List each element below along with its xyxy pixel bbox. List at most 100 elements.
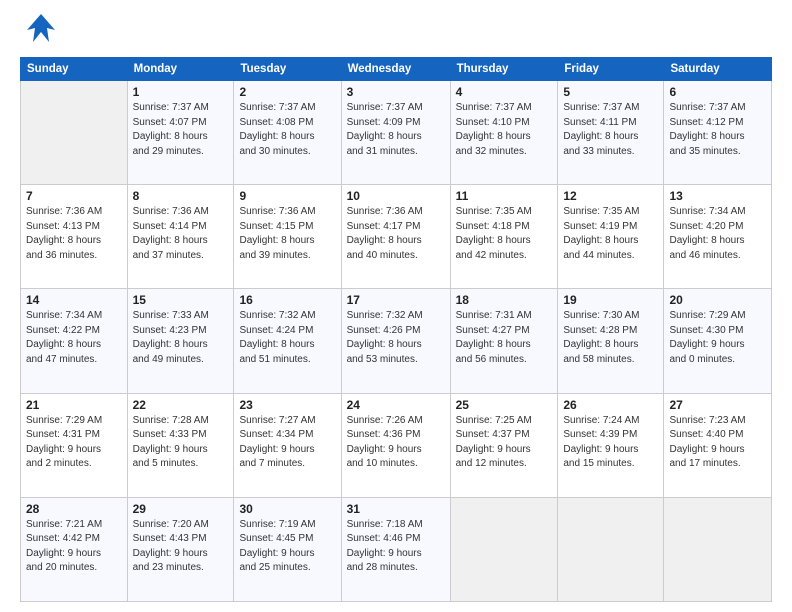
week-row-5: 28Sunrise: 7:21 AM Sunset: 4:42 PM Dayli… [21,497,772,601]
day-info-27: Sunrise: 7:23 AM Sunset: 4:40 PM Dayligh… [669,414,766,472]
day-number-5: 5 [563,85,658,99]
weekday-header-row: SundayMondayTuesdayWednesdayThursdayFrid… [21,58,772,81]
day-cell-16: 16 Sunrise: 7:32 AM Sunset: 4:24 PM Dayli… [234,289,341,393]
day-cell-23: 23 Sunrise: 7:27 AM Sunset: 4:34 PM Dayli… [234,393,341,497]
day-number-20: 20 [669,293,766,307]
logo-bird-icon [27,12,55,44]
weekday-header-wednesday: Wednesday [341,58,450,81]
day-info-16: Sunrise: 7:32 AM Sunset: 4:24 PM Dayligh… [239,309,335,367]
logo [20,16,55,49]
day-info-8: Sunrise: 7:36 AM Sunset: 4:14 PM Dayligh… [133,205,229,263]
day-number-9: 9 [239,189,335,203]
day-number-4: 4 [456,85,553,99]
day-info-6: Sunrise: 7:37 AM Sunset: 4:12 PM Dayligh… [669,101,766,159]
empty-cell [450,497,558,601]
day-cell-21: 21 Sunrise: 7:29 AM Sunset: 4:31 PM Dayli… [21,393,128,497]
week-row-2: 7Sunrise: 7:36 AM Sunset: 4:13 PM Daylig… [21,185,772,289]
weekday-header-thursday: Thursday [450,58,558,81]
day-info-13: Sunrise: 7:34 AM Sunset: 4:20 PM Dayligh… [669,205,766,263]
day-number-3: 3 [347,85,445,99]
day-info-4: Sunrise: 7:37 AM Sunset: 4:10 PM Dayligh… [456,101,553,159]
day-info-17: Sunrise: 7:32 AM Sunset: 4:26 PM Dayligh… [347,309,445,367]
day-info-12: Sunrise: 7:35 AM Sunset: 4:19 PM Dayligh… [563,205,658,263]
day-info-15: Sunrise: 7:33 AM Sunset: 4:23 PM Dayligh… [133,309,229,367]
day-info-21: Sunrise: 7:29 AM Sunset: 4:31 PM Dayligh… [26,414,122,472]
day-cell-17: 17 Sunrise: 7:32 AM Sunset: 4:26 PM Dayli… [341,289,450,393]
day-cell-30: 30Sunrise: 7:19 AM Sunset: 4:45 PM Dayli… [234,497,341,601]
day-number-1: 1 [133,85,229,99]
day-cell-2: 2Sunrise: 7:37 AM Sunset: 4:08 PM Daylig… [234,81,341,185]
day-number-26: 26 [563,398,658,412]
day-cell-1: 1 Sunrise: 7:37 AM Sunset: 4:07 PM Daylig… [127,81,234,185]
weekday-header-saturday: Saturday [664,58,772,81]
day-cell-11: 11 Sunrise: 7:35 AM Sunset: 4:18 PM Dayli… [450,185,558,289]
day-number-6: 6 [669,85,766,99]
day-cell-4: 4 Sunrise: 7:37 AM Sunset: 4:10 PM Daylig… [450,81,558,185]
day-cell-19: 19Sunrise: 7:30 AM Sunset: 4:28 PM Dayli… [558,289,664,393]
day-cell-15: 15Sunrise: 7:33 AM Sunset: 4:23 PM Dayli… [127,289,234,393]
day-number-18: 18 [456,293,553,307]
page: SundayMondayTuesdayWednesdayThursdayFrid… [0,0,792,612]
day-cell-14: 14Sunrise: 7:34 AM Sunset: 4:22 PM Dayli… [21,289,128,393]
day-info-1: Sunrise: 7:37 AM Sunset: 4:07 PM Dayligh… [133,101,229,159]
day-number-12: 12 [563,189,658,203]
day-info-28: Sunrise: 7:21 AM Sunset: 4:42 PM Dayligh… [26,518,122,576]
weekday-header-tuesday: Tuesday [234,58,341,81]
day-info-11: Sunrise: 7:35 AM Sunset: 4:18 PM Dayligh… [456,205,553,263]
day-info-2: Sunrise: 7:37 AM Sunset: 4:08 PM Dayligh… [239,101,335,159]
day-number-22: 22 [133,398,229,412]
day-number-16: 16 [239,293,335,307]
day-cell-5: 5 Sunrise: 7:37 AM Sunset: 4:11 PM Daylig… [558,81,664,185]
day-cell-6: 6 Sunrise: 7:37 AM Sunset: 4:12 PM Daylig… [664,81,772,185]
day-cell-26: 26 Sunrise: 7:24 AM Sunset: 4:39 PM Dayli… [558,393,664,497]
day-cell-29: 29Sunrise: 7:20 AM Sunset: 4:43 PM Dayli… [127,497,234,601]
day-number-14: 14 [26,293,122,307]
day-info-7: Sunrise: 7:36 AM Sunset: 4:13 PM Dayligh… [26,205,122,263]
day-info-19: Sunrise: 7:30 AM Sunset: 4:28 PM Dayligh… [563,309,658,367]
empty-cell [21,81,128,185]
day-cell-18: 18Sunrise: 7:31 AM Sunset: 4:27 PM Dayli… [450,289,558,393]
empty-cell [558,497,664,601]
day-number-27: 27 [669,398,766,412]
weekday-header-sunday: Sunday [21,58,128,81]
day-cell-24: 24 Sunrise: 7:26 AM Sunset: 4:36 PM Dayli… [341,393,450,497]
day-info-24: Sunrise: 7:26 AM Sunset: 4:36 PM Dayligh… [347,414,445,472]
day-info-25: Sunrise: 7:25 AM Sunset: 4:37 PM Dayligh… [456,414,553,472]
day-info-20: Sunrise: 7:29 AM Sunset: 4:30 PM Dayligh… [669,309,766,367]
day-cell-7: 7Sunrise: 7:36 AM Sunset: 4:13 PM Daylig… [21,185,128,289]
day-info-5: Sunrise: 7:37 AM Sunset: 4:11 PM Dayligh… [563,101,658,159]
day-number-11: 11 [456,189,553,203]
day-info-3: Sunrise: 7:37 AM Sunset: 4:09 PM Dayligh… [347,101,445,159]
day-cell-27: 27 Sunrise: 7:23 AM Sunset: 4:40 PM Dayli… [664,393,772,497]
day-cell-12: 12 Sunrise: 7:35 AM Sunset: 4:19 PM Dayli… [558,185,664,289]
header [20,16,772,49]
day-cell-3: 3 Sunrise: 7:37 AM Sunset: 4:09 PM Daylig… [341,81,450,185]
day-number-25: 25 [456,398,553,412]
empty-cell [664,497,772,601]
day-number-29: 29 [133,502,229,516]
day-number-31: 31 [347,502,445,516]
calendar-table: SundayMondayTuesdayWednesdayThursdayFrid… [20,57,772,602]
day-cell-13: 13Sunrise: 7:34 AM Sunset: 4:20 PM Dayli… [664,185,772,289]
day-number-8: 8 [133,189,229,203]
day-number-24: 24 [347,398,445,412]
day-info-9: Sunrise: 7:36 AM Sunset: 4:15 PM Dayligh… [239,205,335,263]
day-cell-9: 9 Sunrise: 7:36 AM Sunset: 4:15 PM Daylig… [234,185,341,289]
day-number-23: 23 [239,398,335,412]
day-cell-8: 8 Sunrise: 7:36 AM Sunset: 4:14 PM Daylig… [127,185,234,289]
week-row-3: 14Sunrise: 7:34 AM Sunset: 4:22 PM Dayli… [21,289,772,393]
day-info-22: Sunrise: 7:28 AM Sunset: 4:33 PM Dayligh… [133,414,229,472]
day-info-26: Sunrise: 7:24 AM Sunset: 4:39 PM Dayligh… [563,414,658,472]
day-cell-31: 31 Sunrise: 7:18 AM Sunset: 4:46 PM Dayli… [341,497,450,601]
day-info-31: Sunrise: 7:18 AM Sunset: 4:46 PM Dayligh… [347,518,445,576]
day-cell-22: 22 Sunrise: 7:28 AM Sunset: 4:33 PM Dayli… [127,393,234,497]
day-cell-20: 20 Sunrise: 7:29 AM Sunset: 4:30 PM Dayli… [664,289,772,393]
day-info-10: Sunrise: 7:36 AM Sunset: 4:17 PM Dayligh… [347,205,445,263]
day-info-23: Sunrise: 7:27 AM Sunset: 4:34 PM Dayligh… [239,414,335,472]
week-row-1: 1 Sunrise: 7:37 AM Sunset: 4:07 PM Daylig… [21,81,772,185]
day-number-17: 17 [347,293,445,307]
day-number-21: 21 [26,398,122,412]
calendar-body: 1 Sunrise: 7:37 AM Sunset: 4:07 PM Daylig… [21,81,772,602]
day-cell-10: 10Sunrise: 7:36 AM Sunset: 4:17 PM Dayli… [341,185,450,289]
week-row-4: 21 Sunrise: 7:29 AM Sunset: 4:31 PM Dayli… [21,393,772,497]
